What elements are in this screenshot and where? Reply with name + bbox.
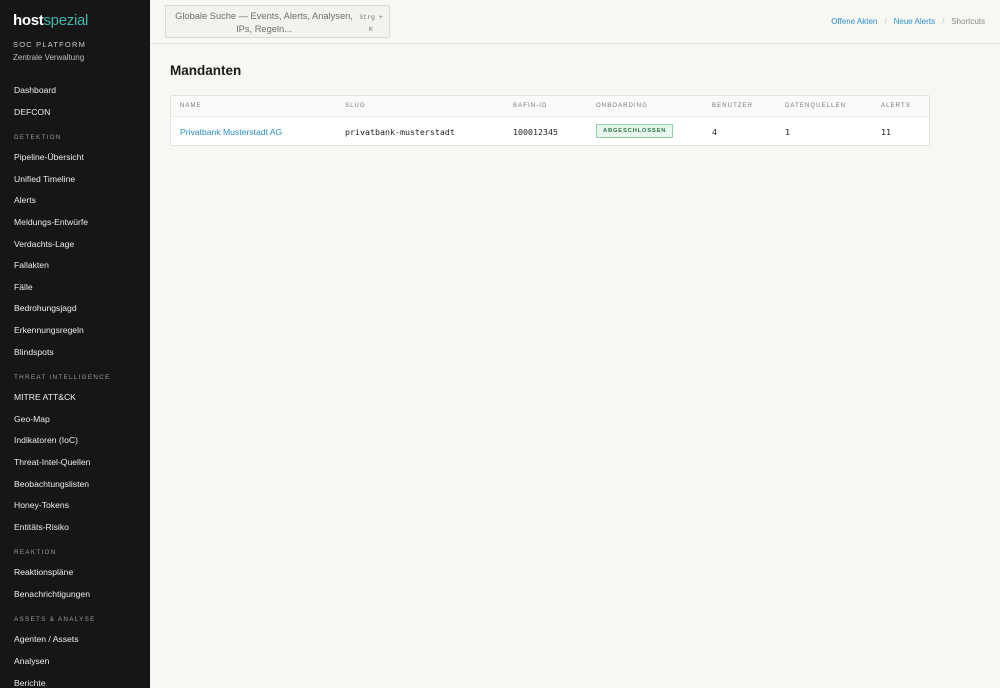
link-separator: / bbox=[884, 17, 887, 26]
logo-part-spezial: spezial bbox=[43, 12, 89, 29]
search-shortcut-hint: Strg + K bbox=[359, 13, 383, 33]
brand-logo[interactable]: hostspezial bbox=[13, 12, 88, 29]
tenants-table: NAME SLUG BAFIN-ID ONBOARDING BENUTZER D… bbox=[170, 95, 930, 146]
onboarding-status-badge: ABGESCHLOSSEN bbox=[596, 124, 674, 138]
sidebar-item-indikatoren[interactable]: Indikatoren (IoC) bbox=[0, 430, 150, 452]
sidebar-item-defcon[interactable]: DEFCON bbox=[0, 102, 150, 124]
platform-subtitle: Zentrale Verwaltung bbox=[13, 53, 85, 62]
sidebar-item-berichte[interactable]: Berichte bbox=[0, 673, 150, 688]
sidebar-item-unified-timeline[interactable]: Unified Timeline bbox=[0, 169, 150, 191]
sidebar-item-mitre-attack[interactable]: MITRE ATT&CK bbox=[0, 387, 150, 409]
link-separator: / bbox=[941, 17, 945, 26]
column-header-users[interactable]: BENUTZER bbox=[712, 103, 753, 109]
sidebar-item-geo-map[interactable]: Geo-Map bbox=[0, 409, 150, 431]
sidebar-section-reaktion: REAKTION bbox=[14, 549, 57, 557]
sidebar-item-blindspots[interactable]: Blindspots bbox=[0, 342, 150, 364]
sidebar-item-threat-intel-quellen[interactable]: Threat-Intel-Quellen bbox=[0, 452, 150, 474]
table-row[interactable]: Privatbank Musterstadt AG privatbank-mus… bbox=[171, 118, 929, 146]
sidebar-item-faelle[interactable]: Fälle bbox=[0, 277, 150, 299]
topbar: Globale Suche — Events, Alerts, Analysen… bbox=[150, 0, 1000, 44]
sidebar-nav: Dashboard DEFCON DETEKTION Pipeline-Über… bbox=[0, 80, 150, 688]
page-title: Mandanten bbox=[170, 63, 242, 78]
sidebar-item-entitaets-risiko[interactable]: Entitäts-Risiko bbox=[0, 517, 150, 539]
sidebar-item-dashboard[interactable]: Dashboard bbox=[0, 80, 150, 102]
search-placeholder: Globale Suche — Events, Alerts, Analysen… bbox=[175, 11, 353, 34]
sidebar-item-pipeline[interactable]: Pipeline-Übersicht bbox=[0, 147, 150, 169]
logo-part-host: host bbox=[13, 12, 44, 29]
sidebar-item-alerts[interactable]: Alerts bbox=[0, 190, 150, 212]
sidebar-item-benachrichtigungen[interactable]: Benachrichtigungen bbox=[0, 584, 150, 606]
global-search-input[interactable]: Globale Suche — Events, Alerts, Analysen… bbox=[165, 5, 390, 38]
sidebar-item-verdachts-lage[interactable]: Verdachts-Lage bbox=[0, 234, 150, 256]
sidebar-item-fallakten[interactable]: Fallakten bbox=[0, 255, 150, 277]
sidebar-item-bedrohungsjagd[interactable]: Bedrohungsjagd bbox=[0, 298, 150, 320]
sidebar-section-threat-intelligence: THREAT INTELLIGENCE bbox=[14, 374, 111, 382]
tenant-name-link[interactable]: Privatbank Musterstadt AG bbox=[180, 127, 282, 137]
sidebar-item-agenten-assets[interactable]: Agenten / Assets bbox=[0, 629, 150, 651]
new-alerts-link[interactable]: Neue Alerts bbox=[894, 17, 935, 26]
table-header: NAME SLUG BAFIN-ID ONBOARDING BENUTZER D… bbox=[171, 96, 929, 117]
sidebar-item-meldungs-entwuerfe[interactable]: Meldungs-Entwürfe bbox=[0, 212, 150, 234]
column-header-alerts[interactable]: ALERTS bbox=[881, 103, 911, 109]
sidebar-item-beobachtungslisten[interactable]: Beobachtungslisten bbox=[0, 474, 150, 496]
tenant-sources-count: 1 bbox=[785, 127, 790, 137]
column-header-bafin-id[interactable]: BAFIN-ID bbox=[513, 103, 547, 109]
sidebar: hostspezial SOC PLATFORM Zentrale Verwal… bbox=[0, 0, 150, 688]
open-files-link[interactable]: Offene Akten bbox=[831, 17, 877, 26]
platform-label: SOC PLATFORM bbox=[13, 40, 87, 49]
column-header-name[interactable]: NAME bbox=[180, 103, 202, 109]
column-header-slug[interactable]: SLUG bbox=[345, 103, 366, 109]
column-header-sources[interactable]: DATENQUELLEN bbox=[785, 103, 846, 109]
sidebar-section-detektion: DETEKTION bbox=[14, 134, 62, 142]
sidebar-item-erkennungsregeln[interactable]: Erkennungsregeln bbox=[0, 320, 150, 342]
shortcuts-link[interactable]: Shortcuts bbox=[951, 17, 985, 26]
tenant-users-count: 4 bbox=[712, 127, 717, 137]
tenant-slug: privatbank-musterstadt bbox=[345, 127, 455, 137]
top-links: Offene Akten / Neue Alerts / Shortcuts bbox=[831, 17, 985, 26]
sidebar-item-analysen[interactable]: Analysen bbox=[0, 651, 150, 673]
sidebar-section-assets-analyse: ASSETS & ANALYSE bbox=[14, 616, 96, 624]
sidebar-item-reaktionsplaene[interactable]: Reaktionspläne bbox=[0, 562, 150, 584]
tenant-alerts-count: 11 bbox=[881, 127, 891, 137]
column-header-onboarding[interactable]: ONBOARDING bbox=[596, 103, 648, 109]
tenant-bafin-id: 100012345 bbox=[513, 127, 558, 137]
sidebar-item-honey-tokens[interactable]: Honey-Tokens bbox=[0, 495, 150, 517]
